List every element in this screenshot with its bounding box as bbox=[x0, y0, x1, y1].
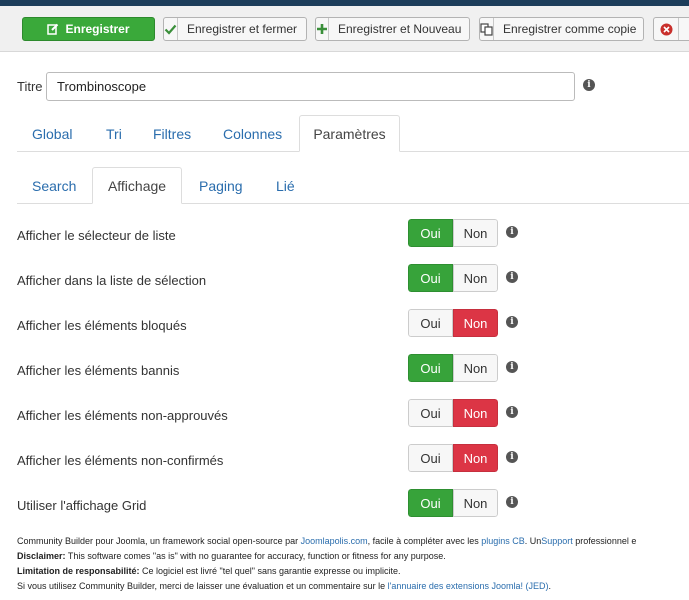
yes-no-toggle[interactable]: Oui Non bbox=[408, 354, 498, 382]
setting-label: Afficher dans la liste de sélection bbox=[17, 273, 207, 288]
yes-no-toggle[interactable]: Oui Non bbox=[408, 489, 498, 517]
support-link[interactable]: Support bbox=[541, 536, 573, 546]
title-field[interactable]: Trombinoscope bbox=[46, 72, 575, 101]
toggle-oui-option[interactable]: Oui bbox=[408, 264, 453, 292]
footer-line-2: Disclaimer: This software comes "as is" … bbox=[17, 551, 446, 561]
save-button[interactable]: Enregistrer bbox=[22, 17, 155, 41]
info-icon[interactable]: i bbox=[506, 496, 518, 508]
footer-line-3: Limitation de responsabilité: Ce logicie… bbox=[17, 566, 401, 576]
info-icon[interactable]: i bbox=[583, 79, 595, 91]
toggle-oui-option[interactable]: Oui bbox=[408, 399, 453, 427]
footer-line-1: Community Builder pour Joomla, un framew… bbox=[17, 536, 637, 546]
yes-no-toggle[interactable]: Oui Non bbox=[408, 219, 498, 247]
setting-label: Afficher les éléments bannis bbox=[17, 363, 180, 378]
subtab-search[interactable]: Search bbox=[32, 178, 76, 194]
save-copy-button[interactable]: Enregistrer comme copie bbox=[479, 17, 644, 41]
edit-icon bbox=[47, 23, 59, 35]
yes-no-toggle[interactable]: Oui Non bbox=[408, 444, 498, 472]
save-close-label: Enregistrer et fermer bbox=[187, 22, 298, 36]
tab-colonnes[interactable]: Colonnes bbox=[223, 126, 282, 142]
save-new-label: Enregistrer et Nouveau bbox=[338, 22, 462, 36]
subtab-affichage[interactable]: Affichage bbox=[92, 167, 182, 204]
check-icon bbox=[164, 18, 178, 40]
toggle-oui-option[interactable]: Oui bbox=[408, 219, 453, 247]
info-icon[interactable]: i bbox=[506, 226, 518, 238]
info-icon[interactable]: i bbox=[506, 451, 518, 463]
toggle-non-option[interactable]: Non bbox=[453, 354, 498, 382]
toggle-non-option[interactable]: Non bbox=[453, 489, 498, 517]
toggle-non-option[interactable]: Non bbox=[453, 264, 498, 292]
setting-label: Afficher le sélecteur de liste bbox=[17, 228, 176, 243]
tab-global[interactable]: Global bbox=[32, 126, 72, 142]
toggle-oui-option[interactable]: Oui bbox=[408, 309, 453, 337]
tab-filtres[interactable]: Filtres bbox=[153, 126, 191, 142]
toggle-non-option[interactable]: Non bbox=[453, 444, 498, 472]
toolbar: Enregistrer Enregistrer et fermer Enregi… bbox=[0, 6, 689, 52]
toggle-non-option[interactable]: Non bbox=[453, 219, 498, 247]
cb-plugins-link[interactable]: plugins CB bbox=[481, 536, 525, 546]
info-icon[interactable]: i bbox=[506, 361, 518, 373]
setting-label: Utiliser l'affichage Grid bbox=[17, 498, 147, 513]
setting-label: Afficher les éléments bloqués bbox=[17, 318, 187, 333]
yes-no-toggle[interactable]: Oui Non bbox=[408, 264, 498, 292]
save-copy-label: Enregistrer comme copie bbox=[503, 22, 637, 36]
save-new-button[interactable]: Enregistrer et Nouveau bbox=[315, 17, 470, 41]
save-button-label: Enregistrer bbox=[65, 22, 130, 36]
cancel-icon bbox=[654, 18, 679, 40]
toggle-oui-option[interactable]: Oui bbox=[408, 489, 453, 517]
yes-no-toggle[interactable]: Oui Non bbox=[408, 399, 498, 427]
joomlapolis-link[interactable]: Joomlapolis.com bbox=[301, 536, 368, 546]
info-icon[interactable]: i bbox=[506, 316, 518, 328]
cancel-button[interactable] bbox=[653, 17, 689, 41]
setting-label: Afficher les éléments non-approuvés bbox=[17, 408, 228, 423]
tab-tri[interactable]: Tri bbox=[106, 126, 122, 142]
info-icon[interactable]: i bbox=[506, 406, 518, 418]
footer: Community Builder pour Joomla, un framew… bbox=[17, 534, 689, 594]
tab-parametres[interactable]: Paramètres bbox=[299, 115, 400, 152]
subtab-lie[interactable]: Lié bbox=[276, 178, 295, 194]
title-label: Titre bbox=[17, 79, 43, 94]
setting-label: Afficher les éléments non-confirmés bbox=[17, 453, 224, 468]
yes-no-toggle[interactable]: Oui Non bbox=[408, 309, 498, 337]
toggle-oui-option[interactable]: Oui bbox=[408, 354, 453, 382]
toggle-non-option[interactable]: Non bbox=[453, 309, 498, 337]
toggle-oui-option[interactable]: Oui bbox=[408, 444, 453, 472]
footer-line-4: Si vous utilisez Community Builder, merc… bbox=[17, 581, 551, 591]
toggle-non-option[interactable]: Non bbox=[453, 399, 498, 427]
jed-link[interactable]: l'annuaire des extensions Joomla! (JED) bbox=[388, 581, 549, 591]
save-close-button[interactable]: Enregistrer et fermer bbox=[163, 17, 307, 41]
plus-icon bbox=[316, 18, 329, 40]
copy-icon bbox=[480, 18, 494, 40]
info-icon[interactable]: i bbox=[506, 271, 518, 283]
subtab-paging[interactable]: Paging bbox=[199, 178, 243, 194]
